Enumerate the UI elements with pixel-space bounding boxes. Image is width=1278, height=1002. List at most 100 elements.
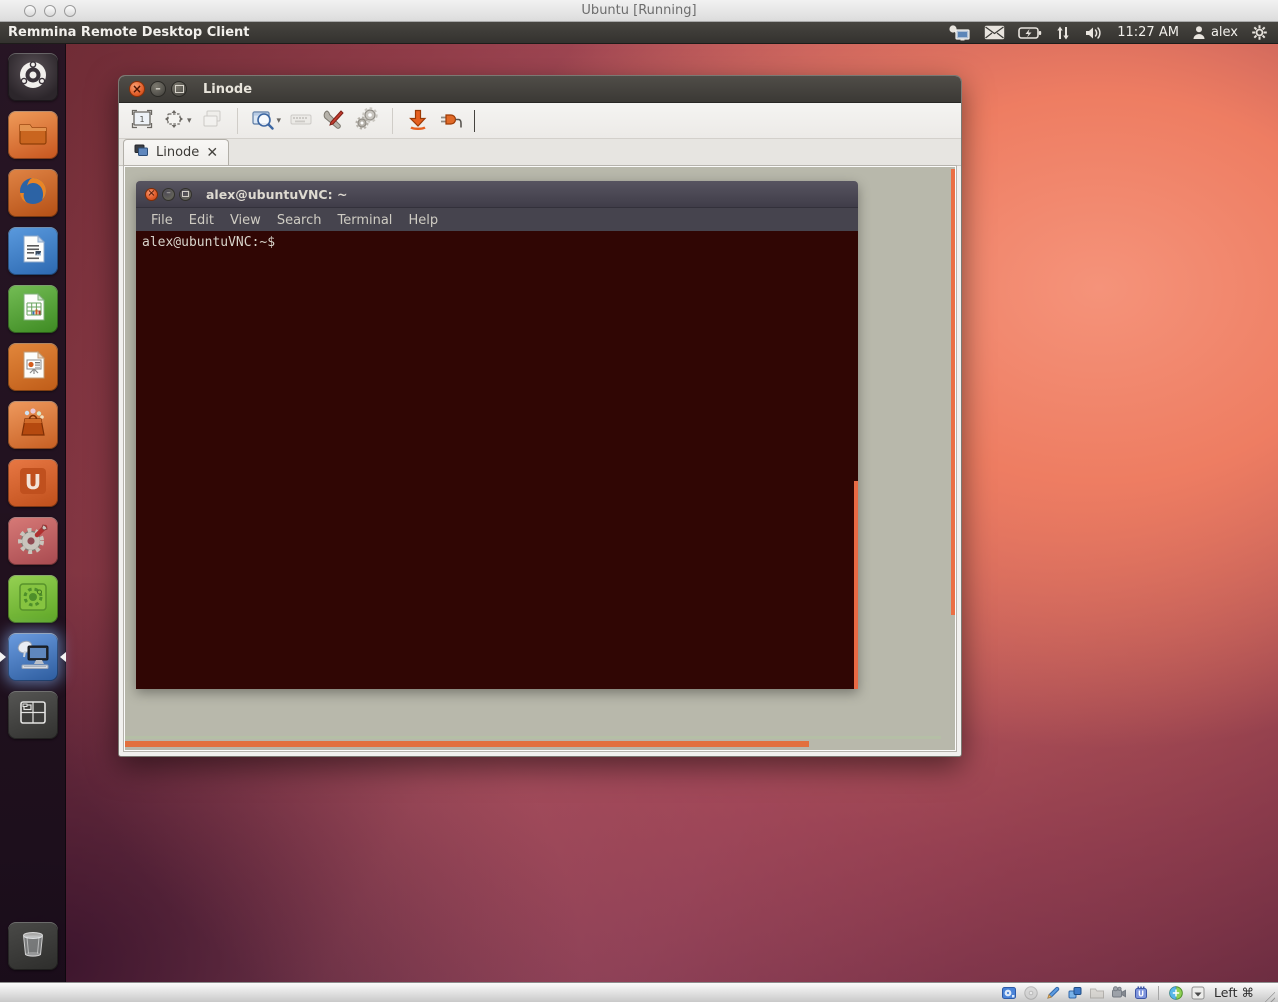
tools-gears-button[interactable] <box>352 106 382 136</box>
dropdown-chevron-icon[interactable]: ▾ <box>277 115 282 126</box>
terminal-menu-view[interactable]: View <box>222 213 269 228</box>
terminal-prompt: alex@ubuntuVNC:~$ <box>142 235 275 250</box>
remmina-tabbar: Linode ✕ <box>119 139 961 166</box>
pen-icon[interactable] <box>1045 985 1061 1001</box>
video-capture-icon[interactable] <box>1111 985 1127 1001</box>
resize-grip[interactable] <box>1262 989 1275 1002</box>
connection-tab-linode[interactable]: Linode ✕ <box>123 139 229 165</box>
user-icon <box>1192 25 1206 40</box>
desktop-wallpaper: U Linode 1 ▾ ▾ Linode ✕ <box>0 44 1278 982</box>
terminal-titlebar[interactable]: alex@ubuntuVNC: ~ <box>136 181 858 208</box>
svg-text:U: U <box>1138 989 1144 998</box>
terminal-scrollbar[interactable] <box>854 481 858 689</box>
libreoffice-calc-icon <box>16 290 50 328</box>
keyboard-grab-icon <box>289 107 313 134</box>
viewport-horizontal-scrollbar[interactable] <box>125 741 809 747</box>
hard-disks-icon[interactable] <box>1001 985 1017 1001</box>
terminal-body[interactable]: alex@ubuntuVNC:~$ <box>136 231 858 689</box>
focused-indicator-arrow <box>60 652 66 662</box>
remmina-window: Linode 1 ▾ ▾ Linode ✕ <box>118 75 962 757</box>
launcher-item-libreoffice-writer[interactable] <box>8 227 58 275</box>
fullscreen-icon: 1 <box>130 107 154 134</box>
launcher-item-dash-home[interactable] <box>8 53 58 101</box>
viewport-vertical-scrollbar[interactable] <box>951 169 955 615</box>
host-window-title: Ubuntu [Running] <box>0 0 1278 21</box>
host-key-label: Left ⌘ <box>1214 985 1254 1000</box>
scaled-mode-icon <box>406 107 430 134</box>
battery-icon[interactable] <box>1018 26 1042 40</box>
launcher-item-workspace-switcher[interactable] <box>8 691 58 739</box>
launcher-item-ubuntu-software-center[interactable] <box>8 401 58 449</box>
remmina-maximize-button[interactable] <box>171 81 187 97</box>
remote-connection-icon <box>134 144 149 161</box>
preferences-icon <box>321 107 347 134</box>
terminal-menu-terminal[interactable]: Terminal <box>329 213 400 228</box>
remote-desktop-view[interactable]: alex@ubuntuVNC: ~ FileEditViewSearchTerm… <box>125 167 955 750</box>
terminal-minimize-button[interactable] <box>162 188 175 201</box>
mouse-integration-icon[interactable] <box>1168 985 1184 1001</box>
fit-window-icon <box>162 107 186 134</box>
virtualbox-vm-screen: Ubuntu [Running] Remmina Remote Desktop … <box>0 0 1278 1002</box>
remmina-close-button[interactable] <box>129 81 145 97</box>
firefox-icon <box>15 173 51 213</box>
launcher-item-libreoffice-calc[interactable] <box>8 285 58 333</box>
unity-launcher: U <box>0 44 66 982</box>
launcher-item-home-folder[interactable] <box>8 111 58 159</box>
user-indicator[interactable]: alex <box>1192 25 1238 40</box>
dropdown-chevron-icon[interactable]: ▾ <box>187 115 192 126</box>
optical-drives-icon[interactable] <box>1023 985 1039 1001</box>
terminal-menu-edit[interactable]: Edit <box>181 213 222 228</box>
messaging-menu-icon[interactable] <box>984 25 1005 40</box>
software-updater-icon <box>15 579 51 619</box>
launcher-item-remmina[interactable] <box>8 633 58 681</box>
remote-terminal-window: alex@ubuntuVNC: ~ FileEditViewSearchTerm… <box>136 181 858 689</box>
preferences-button[interactable] <box>319 106 349 136</box>
network-adapters-icon[interactable] <box>1067 985 1083 1001</box>
volume-icon[interactable] <box>1084 25 1104 41</box>
usb-devices-icon[interactable]: U <box>1133 985 1149 1001</box>
scaled-mode-button[interactable] <box>403 106 433 136</box>
system-settings-icon <box>15 521 51 561</box>
launcher-item-system-settings[interactable] <box>8 517 58 565</box>
launcher-item-libreoffice-impress[interactable] <box>8 343 58 391</box>
ubuntu-software-center-icon <box>15 405 51 445</box>
ubuntu-one-icon: U <box>16 464 50 502</box>
clock-indicator[interactable]: 11:27 AM <box>1117 25 1179 40</box>
toolbar-separator <box>237 108 238 134</box>
virtualbox-statusbar: U Left ⌘ <box>0 982 1278 1002</box>
launcher-item-trash[interactable] <box>8 922 58 970</box>
duplicate-connection-icon <box>200 107 224 134</box>
remmina-minimize-button[interactable] <box>150 81 166 97</box>
disconnect-button[interactable] <box>436 106 466 136</box>
remmina-icon <box>14 638 52 676</box>
terminal-menu-help[interactable]: Help <box>400 213 446 228</box>
terminal-menu-search[interactable]: Search <box>269 213 330 228</box>
toolbar-separator <box>392 108 393 134</box>
fullscreen-button[interactable]: 1 <box>127 106 157 136</box>
launcher-item-ubuntu-one[interactable]: U <box>8 459 58 507</box>
session-gear-icon[interactable] <box>1251 24 1268 41</box>
user-name-label: alex <box>1211 25 1238 40</box>
network-traffic-icon[interactable] <box>1055 25 1071 41</box>
fit-window-button[interactable]: ▾ <box>160 106 194 136</box>
remmina-toolbar: 1 ▾ ▾ <box>119 103 961 139</box>
keyboard-capture-icon[interactable] <box>1190 985 1206 1001</box>
remote-screen-bottom-edge <box>125 736 941 739</box>
tab-close-icon[interactable]: ✕ <box>206 146 218 160</box>
duplicate-connection-button <box>197 106 227 136</box>
terminal-close-button[interactable] <box>145 188 158 201</box>
remmina-window-controls <box>129 81 187 97</box>
remmina-titlebar[interactable]: Linode <box>119 76 961 103</box>
remmina-viewport: alex@ubuntuVNC: ~ FileEditViewSearchTerm… <box>123 165 957 752</box>
terminal-menu-file[interactable]: File <box>143 213 181 228</box>
launcher-item-firefox[interactable] <box>8 169 58 217</box>
shared-folders-icon[interactable] <box>1089 985 1105 1001</box>
libreoffice-writer-icon <box>16 232 50 270</box>
statusbar-separator <box>1158 986 1159 1000</box>
terminal-window-controls <box>145 188 192 201</box>
zoom-button[interactable]: ▾ <box>248 106 284 136</box>
launcher-item-software-updater[interactable] <box>8 575 58 623</box>
terminal-maximize-button[interactable] <box>179 188 192 201</box>
tools-gears-icon <box>354 107 380 134</box>
remote-desktop-indicator-icon[interactable] <box>947 24 971 41</box>
